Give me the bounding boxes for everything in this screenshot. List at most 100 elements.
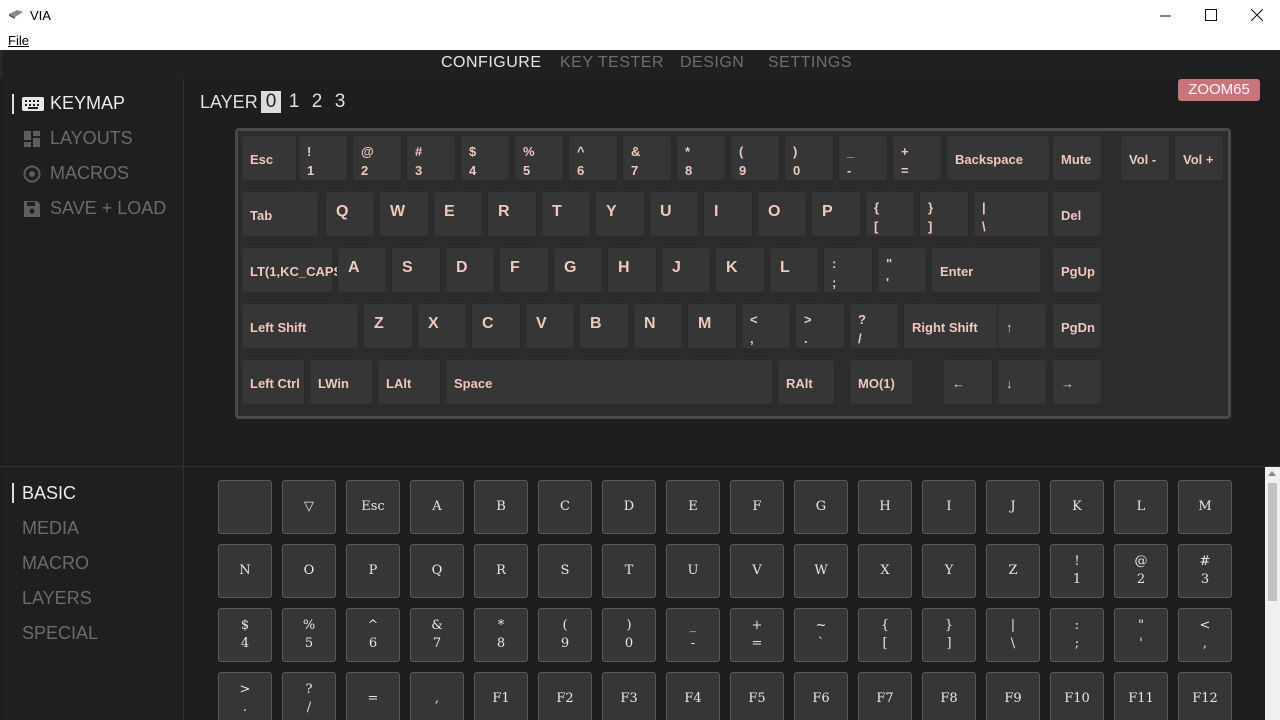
scroll-up-arrow-icon[interactable] [1268, 471, 1276, 476]
keycode-button[interactable]: #3 [1178, 544, 1232, 598]
keycode-button[interactable]: F12 [1178, 672, 1232, 720]
key--[interactable]: ↓ [997, 359, 1047, 409]
keycode-button[interactable]: {[ [858, 608, 912, 662]
keycode-button[interactable]: V [730, 544, 784, 598]
key-n[interactable]: N [633, 303, 683, 353]
keycode-button[interactable]: F11 [1114, 672, 1168, 720]
keycode-button[interactable]: J [986, 480, 1040, 534]
keycode-button[interactable]: ? / [282, 672, 336, 720]
keycode-button[interactable]: F3 [602, 672, 656, 720]
keycode-button[interactable]: * 8 [474, 608, 528, 662]
keycode-button[interactable]: F6 [794, 672, 848, 720]
key-left-shift[interactable]: Left Shift [241, 303, 359, 353]
sidebar-item-save-load[interactable]: SAVE + LOAD [22, 198, 166, 219]
keycode-button[interactable]: O [282, 544, 336, 598]
key-space[interactable]: Space [445, 359, 773, 409]
keycode-button[interactable]: >. [218, 672, 272, 720]
layer-3-button[interactable]: 3 [330, 91, 350, 113]
keycode-button[interactable]: ▽ [282, 480, 336, 534]
key-f[interactable]: F [499, 247, 549, 297]
key-z[interactable]: Z [363, 303, 413, 353]
keycode-button[interactable]: Z [986, 544, 1040, 598]
key-enter[interactable]: Enter [931, 247, 1041, 297]
key-r[interactable]: R [487, 191, 537, 241]
key-sym[interactable]: {[ [865, 191, 915, 241]
key-b[interactable]: B [579, 303, 629, 353]
key-sym[interactable]: _ - [838, 135, 888, 185]
key-p[interactable]: P [811, 191, 861, 241]
key-3[interactable]: #3 [406, 135, 456, 185]
sidebar-item-macros[interactable]: MACROS [22, 163, 129, 184]
key-vol-[interactable]: Vol + [1174, 135, 1224, 185]
keycode-button[interactable]: N [218, 544, 272, 598]
keycode-button[interactable]: F8 [922, 672, 976, 720]
keycode-button[interactable]: W [794, 544, 848, 598]
scroll-thumb[interactable] [1268, 483, 1277, 601]
category-macro[interactable]: MACRO [22, 553, 89, 574]
key-k[interactable]: K [715, 247, 765, 297]
key-tab[interactable]: Tab [241, 191, 319, 241]
keycode-button[interactable]: F4 [666, 672, 720, 720]
key-6[interactable]: ^ 6 [568, 135, 618, 185]
key-mo-1-[interactable]: MO(1) [849, 359, 913, 409]
key-left-ctrl[interactable]: Left Ctrl [241, 359, 305, 409]
keycode-button[interactable]: F7 [858, 672, 912, 720]
keycode-button[interactable]: F [730, 480, 784, 534]
key-mute[interactable]: Mute [1052, 135, 1102, 185]
keycode-button[interactable]: U [666, 544, 720, 598]
keycode-button[interactable]: $4 [218, 608, 272, 662]
key-s[interactable]: S [391, 247, 441, 297]
keycode-button[interactable]: Q [410, 544, 464, 598]
key-c[interactable]: C [471, 303, 521, 353]
keycode-button[interactable]: :; [1050, 608, 1104, 662]
key-lalt[interactable]: LAlt [377, 359, 441, 409]
keycode-button[interactable]: }] [922, 608, 976, 662]
key-pgdn[interactable]: PgDn [1052, 303, 1102, 353]
layer-0-button[interactable]: 0 [261, 91, 281, 113]
close-button[interactable] [1234, 0, 1280, 30]
keycode-button[interactable]: + = [730, 608, 784, 662]
keycode-button[interactable]: F9 [986, 672, 1040, 720]
keycode-button[interactable]: F1 [474, 672, 528, 720]
key-u[interactable]: U [649, 191, 699, 241]
category-basic[interactable]: BASIC [22, 483, 76, 504]
key-i[interactable]: I [703, 191, 753, 241]
keycode-button[interactable]: A [410, 480, 464, 534]
key-m[interactable]: M [687, 303, 737, 353]
keycode-button[interactable]: = [346, 672, 400, 720]
keycode-button[interactable]: F10 [1050, 672, 1104, 720]
key--[interactable]: → [1052, 359, 1102, 409]
layer-2-button[interactable]: 2 [307, 91, 327, 113]
keycode-button[interactable]: _ - [666, 608, 720, 662]
minimize-button[interactable] [1142, 0, 1188, 30]
key-t[interactable]: T [541, 191, 591, 241]
key-7[interactable]: & 7 [622, 135, 672, 185]
key-sym[interactable]: " ' [877, 247, 927, 297]
keycode-button[interactable]: & 7 [410, 608, 464, 662]
key-o[interactable]: O [757, 191, 807, 241]
key-e[interactable]: E [433, 191, 483, 241]
key-w[interactable]: W [379, 191, 429, 241]
key-ralt[interactable]: RAlt [777, 359, 835, 409]
key-sym[interactable]: }] [919, 191, 969, 241]
keycode-button[interactable]: F5 [730, 672, 784, 720]
keycode-button[interactable] [218, 480, 272, 534]
layer-1-button[interactable]: 1 [284, 91, 304, 113]
key-4[interactable]: $4 [460, 135, 510, 185]
keycode-button[interactable]: G [794, 480, 848, 534]
key-2[interactable]: @2 [352, 135, 402, 185]
keycode-button[interactable]: X [858, 544, 912, 598]
tab-settings[interactable]: SETTINGS [768, 54, 852, 72]
keycode-button[interactable]: ^ 6 [346, 608, 400, 662]
sidebar-item-layouts[interactable]: LAYOUTS [22, 128, 133, 149]
vertical-scrollbar[interactable] [1265, 467, 1280, 720]
menu-file[interactable]: File [8, 33, 29, 48]
keycode-button[interactable]: C [538, 480, 592, 534]
keycode-button[interactable]: I [922, 480, 976, 534]
key-vol-[interactable]: Vol - [1120, 135, 1170, 185]
keycode-button[interactable]: B [474, 480, 528, 534]
tab-key-tester[interactable]: KEY TESTER [560, 54, 664, 72]
keycode-button[interactable]: S [538, 544, 592, 598]
keycode-button[interactable]: F2 [538, 672, 592, 720]
key-h[interactable]: H [607, 247, 657, 297]
